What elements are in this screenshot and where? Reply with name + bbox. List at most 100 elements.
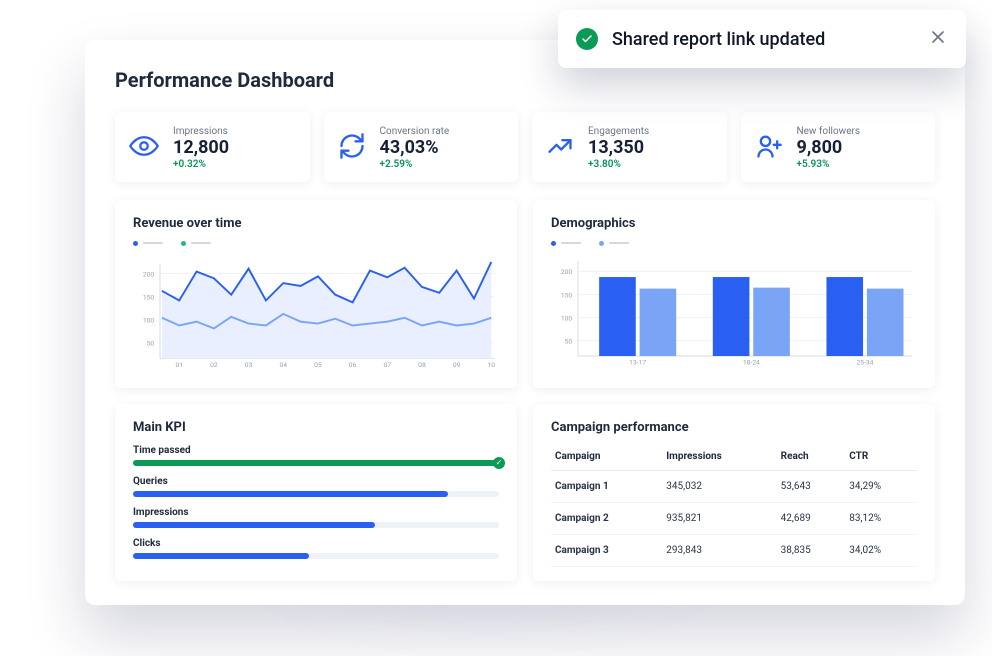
table-row[interactable]: Campaign 2935,82142,68983,12%: [551, 502, 917, 534]
svg-text:100: 100: [143, 316, 155, 324]
kpi-delta: +3.80%: [588, 159, 649, 170]
dashboard: Performance Dashboard Impressions 12,800…: [85, 40, 965, 605]
kpi-bar-label: Queries: [133, 476, 499, 487]
table-header: Reach: [777, 445, 846, 471]
table-cell: 38,835: [777, 534, 846, 566]
svg-text:200: 200: [143, 270, 155, 278]
svg-text:06: 06: [349, 360, 357, 368]
kpi-card-impressions[interactable]: Impressions 12,800 +0.32%: [115, 112, 310, 182]
svg-text:03: 03: [245, 360, 253, 368]
svg-text:08: 08: [418, 360, 426, 368]
svg-text:25-34: 25-34: [856, 358, 873, 366]
kpi-bar-label: Impressions: [133, 507, 499, 518]
table-header: Impressions: [662, 445, 776, 471]
table-row[interactable]: Campaign 3293,84338,83534,02%: [551, 534, 917, 566]
kpi-bar-track: [133, 553, 499, 559]
kpi-label: Engagements: [588, 126, 649, 137]
table-cell: 935,821: [662, 502, 776, 534]
kpi-bar-item: Impressions: [133, 507, 499, 528]
panel-main-kpi: Main KPI Time passed✓QueriesImpressionsC…: [115, 404, 517, 581]
kpi-bar-label: Time passed: [133, 445, 499, 456]
panel-title: Campaign performance: [551, 420, 917, 435]
kpi-bar-item: Queries: [133, 476, 499, 497]
toast: Shared report link updated: [558, 10, 966, 68]
kpi-card-followers[interactable]: New followers 9,800 +5.93%: [741, 112, 936, 182]
kpi-delta: +2.59%: [380, 159, 450, 170]
panel-demographics: Demographics 200 150 100 50: [533, 200, 935, 388]
svg-text:18-24: 18-24: [743, 358, 760, 366]
legend-item: [551, 241, 581, 246]
refresh-icon: [338, 132, 366, 164]
kpi-value: 9,800: [797, 137, 861, 159]
kpi-bar-track: [133, 522, 499, 528]
svg-text:50: 50: [565, 337, 573, 345]
kpi-bar-track: ✓: [133, 460, 499, 466]
svg-text:150: 150: [561, 291, 573, 299]
check-circle-icon: [576, 28, 598, 50]
line-chart: 200 150 100 50 01 02 03 04: [133, 252, 499, 372]
kpi-label: Conversion rate: [380, 126, 450, 137]
table-cell: Campaign 2: [551, 502, 662, 534]
svg-text:09: 09: [453, 360, 461, 368]
trend-up-icon: [546, 132, 574, 164]
table-cell: 34,02%: [845, 534, 917, 566]
kpi-bar-track: [133, 491, 499, 497]
kpi-bar-fill: [133, 491, 448, 497]
campaign-table: CampaignImpressionsReachCTR Campaign 134…: [551, 445, 917, 567]
svg-text:13-17: 13-17: [629, 358, 646, 366]
kpi-bar-fill: [133, 553, 309, 559]
svg-text:01: 01: [175, 360, 183, 368]
table-cell: Campaign 3: [551, 534, 662, 566]
table-header: Campaign: [551, 445, 662, 471]
legend-item: [599, 241, 629, 246]
table-cell: 83,12%: [845, 502, 917, 534]
kpi-bar-label: Clicks: [133, 538, 499, 549]
table-cell: Campaign 1: [551, 470, 662, 502]
kpi-bar-fill: [133, 522, 375, 528]
svg-text:05: 05: [314, 360, 322, 368]
svg-text:02: 02: [210, 360, 218, 368]
table-cell: 53,643: [777, 470, 846, 502]
legend-item: [133, 241, 163, 246]
kpi-card-engagements[interactable]: Engagements 13,350 +3.80%: [532, 112, 727, 182]
close-icon[interactable]: [928, 27, 948, 51]
table-row[interactable]: Campaign 1345,03253,64334,29%: [551, 470, 917, 502]
kpi-bar-item: Clicks: [133, 538, 499, 559]
svg-text:04: 04: [279, 360, 287, 368]
bar-chart: 200 150 100 50 13-17 18-24: [551, 252, 917, 368]
kpi-bar-item: Time passed ✓: [133, 445, 499, 466]
kpi-value: 13,350: [588, 137, 649, 159]
kpi-value: 43,03%: [380, 137, 450, 159]
kpi-bar-fill: [133, 460, 499, 466]
table-header: CTR: [845, 445, 917, 471]
toast-text: Shared report link updated: [612, 29, 914, 50]
chart-legend: [133, 241, 499, 246]
svg-text:10: 10: [488, 360, 496, 368]
panel-title: Demographics: [551, 216, 917, 231]
table-cell: 293,843: [662, 534, 776, 566]
table-cell: 34,29%: [845, 470, 917, 502]
kpi-label: New followers: [797, 126, 861, 137]
table-cell: 42,689: [777, 502, 846, 534]
chart-legend: [551, 241, 917, 246]
svg-text:150: 150: [143, 293, 155, 301]
kpi-card-conversion[interactable]: Conversion rate 43,03% +2.59%: [324, 112, 519, 182]
page-title: Performance Dashboard: [115, 68, 935, 92]
table-cell: 345,032: [662, 470, 776, 502]
kpi-delta: +0.32%: [173, 159, 229, 170]
user-plus-icon: [755, 132, 783, 164]
legend-item: [181, 241, 211, 246]
panel-title: Revenue over time: [133, 216, 499, 231]
kpi-value: 12,800: [173, 137, 229, 159]
svg-text:50: 50: [147, 339, 155, 347]
panel-title: Main KPI: [133, 420, 499, 435]
panel-campaign: Campaign performance CampaignImpressions…: [533, 404, 935, 581]
svg-text:200: 200: [561, 268, 573, 276]
svg-text:07: 07: [383, 360, 391, 368]
check-badge-icon: ✓: [493, 457, 505, 469]
panel-revenue: Revenue over time 200 150 100 50: [115, 200, 517, 388]
kpi-row: Impressions 12,800 +0.32% Conversion rat…: [115, 112, 935, 182]
svg-text:100: 100: [561, 314, 573, 322]
eye-icon: [129, 131, 159, 165]
kpi-delta: +5.93%: [797, 159, 861, 170]
